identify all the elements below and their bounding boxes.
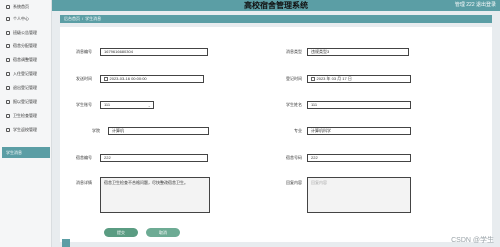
reg-time-label: 登记时间 xyxy=(286,76,302,81)
menu-icon xyxy=(6,113,10,118)
breadcrumb-separator: / xyxy=(82,16,84,21)
reg-time-value: 2023 年 03 月 17 日 xyxy=(316,76,352,81)
sidebar-item-label: 系统首页 xyxy=(13,4,29,9)
order-no-input[interactable]: 1679616680304 xyxy=(100,48,208,56)
sidebar-item-label: 学生消息 xyxy=(6,150,22,155)
major-label: 专业 xyxy=(294,128,302,133)
sidebar-item-label: 报以登记管理 xyxy=(13,99,37,104)
msg-type-input[interactable]: 违规类型3 xyxy=(307,48,409,56)
reg-time-input[interactable]: 2023 年 03 月 17 日 xyxy=(307,75,411,83)
reply-textarea[interactable]: 回复内容 xyxy=(307,177,411,213)
content-textarea[interactable]: 宿舍卫生检查不合格问题，尽快整改宿舍卫生。 xyxy=(100,177,210,213)
sidebar-item-label: 学生返校管理 xyxy=(13,127,37,132)
dorm-no-input[interactable]: 222 xyxy=(100,154,208,162)
sidebar-item-hygiene[interactable]: 卫生检查管理 xyxy=(2,110,50,121)
sidebar: 系统首页 个人中心 班级公告管理 宿舍分配管理 宿舍调整管理 入住登记管理 退出… xyxy=(0,0,52,247)
sidebar-item-label: 卫生检查管理 xyxy=(13,113,37,118)
sidebar-item-student-message[interactable]: 学生消息 xyxy=(2,147,50,158)
student-name-label: 学生姓名 xyxy=(286,102,302,107)
sidebar-item-dorm-adjust[interactable]: 宿舍调整管理 xyxy=(2,54,50,65)
calendar-icon xyxy=(104,77,108,81)
sidebar-item-class-notice[interactable]: 班级公告管理 xyxy=(2,27,50,38)
sidebar-item-profile[interactable]: 个人中心 xyxy=(2,13,50,24)
reply-label: 回复内容 xyxy=(286,180,302,185)
menu-icon xyxy=(6,71,10,76)
breadcrumb: 后台首页 / 学生消息 xyxy=(60,15,492,23)
home-icon xyxy=(6,4,10,9)
msg-type-label: 消息类型 xyxy=(286,49,302,54)
menu-icon xyxy=(6,99,10,104)
major-input[interactable]: 计算机科学 xyxy=(307,127,411,135)
send-time-label: 发送时间 xyxy=(76,76,92,81)
menu-icon xyxy=(6,57,10,62)
sidebar-item-label: 入住登记管理 xyxy=(13,71,37,76)
sidebar-item-home[interactable]: 系统首页 xyxy=(2,1,50,12)
header: 高校宿舍管理系统 管理 222 退出登录 xyxy=(52,0,500,11)
menu-icon xyxy=(6,127,10,132)
chevron-down-icon: ⌄ xyxy=(147,103,151,108)
user-icon xyxy=(6,16,10,21)
menu-icon xyxy=(6,85,10,90)
student-no-label: 学生账号 xyxy=(76,102,92,107)
sidebar-item-checkout[interactable]: 退出登记管理 xyxy=(2,82,50,93)
menu-icon xyxy=(6,43,10,48)
sidebar-item-checkin[interactable]: 入住登记管理 xyxy=(2,68,50,79)
sidebar-item-label: 班级公告管理 xyxy=(13,30,37,35)
cancel-button[interactable]: 取消 xyxy=(146,228,180,237)
sidebar-item-dorm-assign[interactable]: 宿舍分配管理 xyxy=(2,40,50,51)
sidebar-item-label: 个人中心 xyxy=(13,16,29,21)
sidebar-item-label: 宿舍调整管理 xyxy=(13,57,37,62)
reply-placeholder: 回复内容 xyxy=(311,180,327,185)
room-no-input[interactable]: 222 xyxy=(307,154,411,162)
send-time-input[interactable]: 2023-03-16 00:00:00 xyxy=(100,75,204,83)
app-title: 高校宿舍管理系统 xyxy=(244,1,308,10)
college-label: 学院 xyxy=(92,128,100,133)
send-time-value: 2023-03-16 00:00:00 xyxy=(109,76,147,81)
menu-icon xyxy=(6,30,10,35)
content-label: 消息详情 xyxy=(76,180,92,185)
dorm-no-label: 宿舍编号 xyxy=(76,155,92,160)
calendar-icon xyxy=(311,77,315,81)
sidebar-item-return[interactable]: 学生返校管理 xyxy=(2,124,50,135)
breadcrumb-current: 学生消息 xyxy=(85,16,102,21)
student-no-value: 111 xyxy=(104,102,111,107)
sidebar-item-report[interactable]: 报以登记管理 xyxy=(2,96,50,107)
room-no-label: 宿舍号码 xyxy=(286,155,302,160)
breadcrumb-home[interactable]: 后台首页 xyxy=(64,16,80,21)
corner-decoration xyxy=(62,239,70,247)
student-no-select[interactable]: 111 ⌄ xyxy=(100,101,154,109)
college-input[interactable]: 计算机 xyxy=(108,127,209,135)
form-panel: 消息编号 1679616680304 消息类型 违规类型3 发送时间 2023-… xyxy=(60,27,492,242)
order-no-label: 消息编号 xyxy=(76,49,92,54)
user-info[interactable]: 管理 222 退出登录 xyxy=(455,0,496,11)
watermark: CSDN @学生 xyxy=(451,237,494,244)
sidebar-item-label: 宿舍分配管理 xyxy=(13,43,37,48)
submit-button[interactable]: 提交 xyxy=(104,228,138,237)
student-name-input[interactable]: 111 xyxy=(307,101,411,109)
sidebar-item-label: 退出登记管理 xyxy=(13,85,37,90)
